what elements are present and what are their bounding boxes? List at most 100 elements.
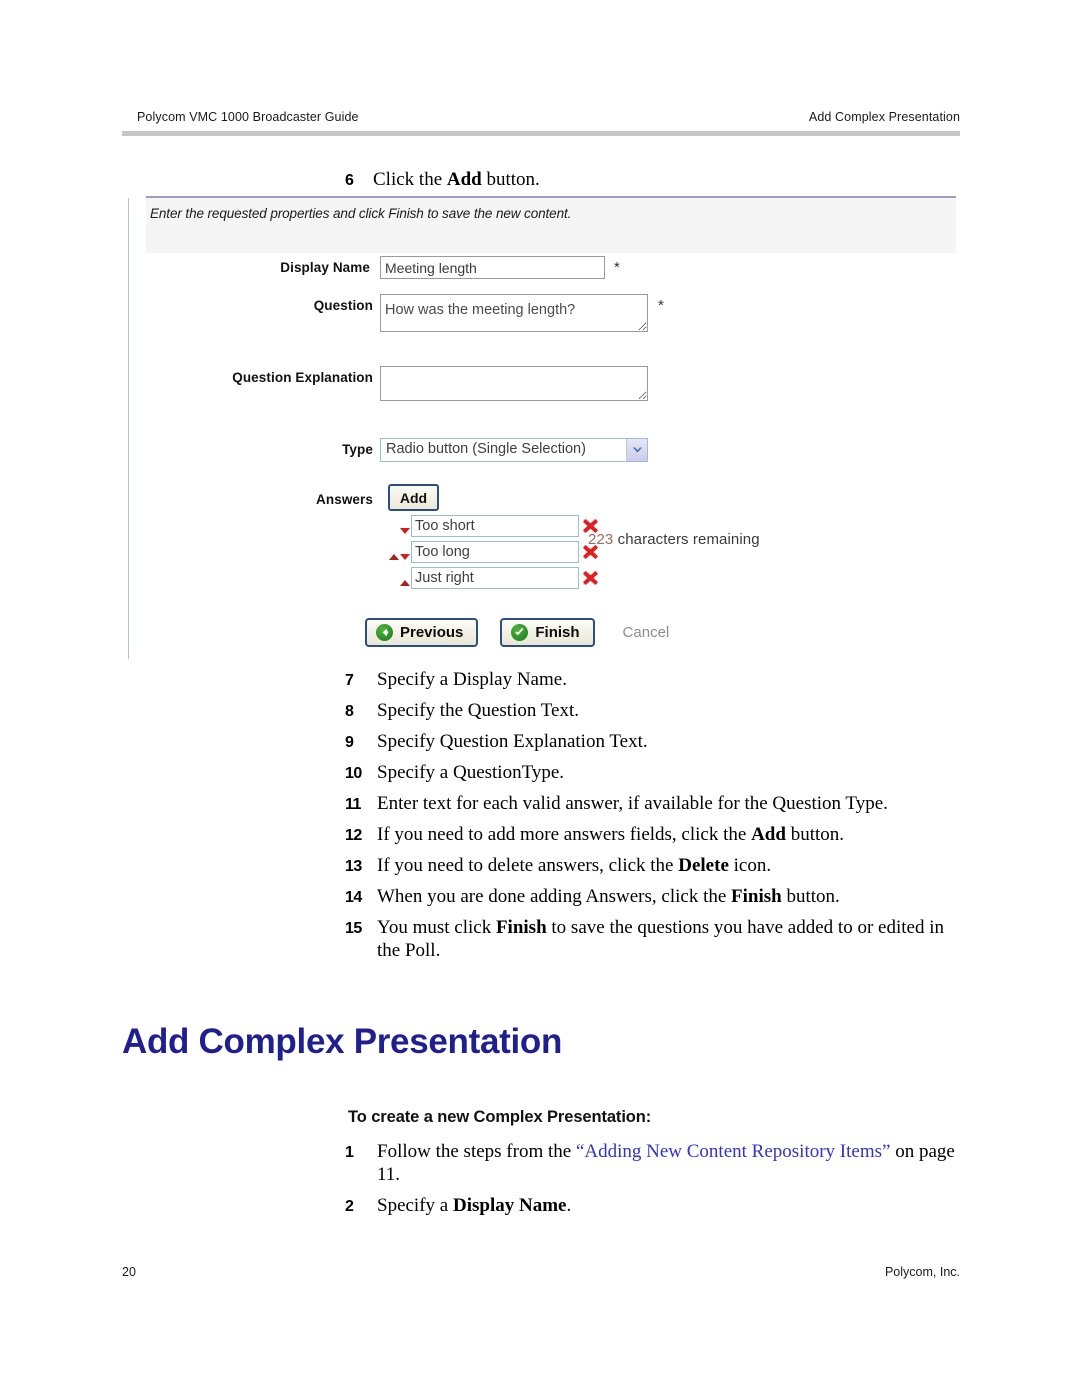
display-name-label: Display Name xyxy=(280,260,370,275)
list-item: 1 Follow the steps from the “Adding New … xyxy=(345,1140,960,1186)
app-screenshot-figure: Enter the requested properties and click… xyxy=(128,196,956,659)
chevron-down-icon[interactable] xyxy=(626,439,647,461)
finish-button[interactable]: Finish xyxy=(500,618,595,647)
step-number: 10 xyxy=(345,765,362,782)
list-item: 14 When you are done adding Answers, cli… xyxy=(345,885,960,908)
delete-icon[interactable] xyxy=(581,542,599,562)
answer-reorder-arrows-1 xyxy=(388,514,410,537)
step-text-bold: Delete xyxy=(678,855,729,876)
step-text-bold: Display Name xyxy=(452,1195,567,1216)
cancel-link[interactable]: Cancel xyxy=(623,624,670,641)
cross-reference-link[interactable]: “Adding New Content Repository Items” xyxy=(576,1141,891,1162)
footer-company: Polycom, Inc. xyxy=(884,1265,960,1279)
answers-label: Answers xyxy=(316,492,373,507)
step-number: 12 xyxy=(345,827,362,844)
question-explanation-textarea[interactable] xyxy=(380,366,648,401)
page-number: 20 xyxy=(122,1265,136,1279)
field-row-question: Question * xyxy=(128,294,956,332)
wizard-instruction-bar xyxy=(146,196,956,253)
page-title: Add Complex Presentation xyxy=(122,1022,563,1061)
answer-input-1[interactable] xyxy=(411,514,579,537)
delete-icon[interactable] xyxy=(581,568,599,588)
previous-button[interactable]: Previous xyxy=(365,618,479,647)
answer-reorder-arrows-2 xyxy=(388,540,410,563)
answer-row xyxy=(388,540,599,563)
list-item: 2 Specify a Display Name. xyxy=(345,1194,960,1217)
question-label: Question xyxy=(313,298,373,313)
step-text: Specify a Display Name. xyxy=(377,1194,571,1217)
type-label: Type xyxy=(342,442,373,457)
step-6-text-before: Click the xyxy=(373,169,447,190)
list-item: 15 You must click Finish to save the que… xyxy=(345,916,960,962)
answer-input-2[interactable] xyxy=(411,540,579,563)
question-required-asterisk: * xyxy=(658,297,664,314)
answer-row xyxy=(388,514,599,537)
step-number: 2 xyxy=(345,1198,354,1215)
step-text-bold: Add xyxy=(751,824,786,845)
step-text-before: If you need to delete answers, click the xyxy=(377,855,679,876)
delete-icon[interactable] xyxy=(581,516,599,536)
move-down-icon[interactable] xyxy=(400,528,410,534)
header-divider xyxy=(122,131,960,136)
step-text: If you need to add more answers fields, … xyxy=(377,823,844,846)
step-text: If you need to delete answers, click the… xyxy=(377,854,771,877)
step-number: 14 xyxy=(345,889,362,906)
list-item: 13 If you need to delete answers, click … xyxy=(345,854,960,877)
step-number: 9 xyxy=(345,734,354,751)
step-number: 1 xyxy=(345,1144,354,1161)
answer-input-3[interactable] xyxy=(411,566,579,589)
answers-column: Add xyxy=(388,484,599,589)
page-footer: 20 Polycom, Inc. xyxy=(122,1265,960,1279)
step-6-text-after: button. xyxy=(481,169,540,190)
step-text-after: . xyxy=(566,1195,572,1216)
step-number: 8 xyxy=(345,703,354,720)
step-text: Enter text for each valid answer, if ava… xyxy=(377,793,888,814)
arrow-left-circle-icon xyxy=(376,624,393,641)
step-text: Specify Question Explanation Text. xyxy=(377,731,648,752)
step-text: Follow the steps from the “Adding New Co… xyxy=(377,1140,960,1186)
step-text-before: Follow the steps from the xyxy=(377,1141,576,1162)
add-answer-button[interactable]: Add xyxy=(388,484,439,511)
move-down-icon[interactable] xyxy=(400,554,410,560)
step-text-before: If you need to add more answers fields, … xyxy=(377,824,752,845)
answer-reorder-arrows-3 xyxy=(388,566,410,589)
list-item: 7 Specify a Display Name. xyxy=(345,668,960,691)
question-textarea[interactable] xyxy=(380,294,648,332)
step-number: 7 xyxy=(345,672,354,689)
display-name-required-asterisk: * xyxy=(614,259,620,276)
steps-list-main: 7 Specify a Display Name. 8 Specify the … xyxy=(345,668,960,970)
step-text-before: When you are done adding Answers, click … xyxy=(377,886,732,907)
step-text-after: button. xyxy=(785,824,844,845)
list-item: 8 Specify the Question Text. xyxy=(345,699,960,722)
step-6-bold: Add xyxy=(446,169,482,190)
step-number: 13 xyxy=(345,858,362,875)
step-text: Specify the Question Text. xyxy=(377,700,580,721)
question-explanation-label: Question Explanation xyxy=(232,370,373,385)
display-name-input[interactable] xyxy=(380,256,605,279)
check-circle-icon xyxy=(511,624,529,641)
procedure-subheading: To create a new Complex Presentation: xyxy=(348,1108,652,1126)
field-row-type: Type Radio button (Single Selection) xyxy=(128,438,956,462)
step-number: 11 xyxy=(345,796,361,813)
page-header: Polycom VMC 1000 Broadcaster Guide Add C… xyxy=(137,110,960,124)
steps-list-procedure: 1 Follow the steps from the “Adding New … xyxy=(345,1140,960,1225)
list-item: 10 Specify a QuestionType. xyxy=(345,761,960,784)
answer-row xyxy=(388,566,599,589)
step-text: When you are done adding Answers, click … xyxy=(377,885,840,908)
step-6-number: 6 xyxy=(345,172,354,189)
move-up-icon[interactable] xyxy=(400,580,410,586)
list-item: 11 Enter text for each valid answer, if … xyxy=(345,792,960,815)
step-text-bold: Finish xyxy=(495,917,547,938)
previous-button-label: Previous xyxy=(400,624,464,641)
step-text-bold: Finish xyxy=(731,886,782,907)
list-item: 12 If you need to add more answers field… xyxy=(345,823,960,846)
field-row-question-explanation: Question Explanation xyxy=(128,366,956,401)
header-section-title: Add Complex Presentation xyxy=(808,110,960,124)
type-select[interactable]: Radio button (Single Selection) xyxy=(380,438,648,462)
step-text-before: Specify a xyxy=(377,1195,453,1216)
step-number: 15 xyxy=(345,920,362,937)
step-text-after: icon. xyxy=(728,855,772,876)
move-up-icon[interactable] xyxy=(389,554,399,560)
list-item: 9 Specify Question Explanation Text. xyxy=(345,730,960,753)
step-6: 6 Click the Add button. xyxy=(345,168,540,193)
